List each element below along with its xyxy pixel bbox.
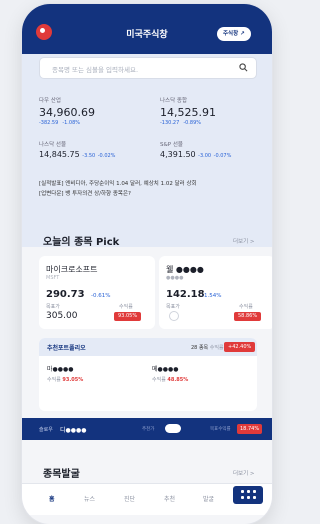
portfolio-stock[interactable]: 메●●●● (152, 364, 178, 373)
target-indicator-icon (169, 311, 179, 321)
toggle-switch[interactable] (165, 424, 181, 433)
slow-stock-band[interactable]: 슬로우 디●●●● 추천가 목표수익률 18.74% (22, 418, 272, 440)
bottom-nav: 홈 뉴스 진단 추천 발굴 (22, 483, 272, 515)
return-badge: 58.86% (234, 312, 262, 321)
band-return-badge: 18.74% (237, 424, 263, 434)
news-item[interactable]: [실적발표] 엔비디아, 주당순이익 1.04 달러, 예상치 1.02 달러 … (39, 179, 257, 189)
search-input[interactable]: 종목명 또는 심볼을 입력하세요. (39, 57, 257, 79)
portfolio-title: 추천포트폴리오 (47, 345, 86, 352)
app-logo-icon (36, 24, 52, 40)
pick-more-link[interactable]: 더보기 > (233, 237, 255, 245)
nav-news[interactable]: 뉴스 (84, 494, 95, 503)
news-item[interactable]: [업변다운] 뱅 투자의견 상/하향 종목은? (39, 189, 257, 199)
stock-window-button[interactable]: 주식창 ↗ (217, 27, 251, 41)
search-placeholder: 종목명 또는 심볼을 입력하세요. (52, 66, 139, 74)
index-nasdaq-futures[interactable]: 나스닥 선물 14,845.75 -3.50 -0.02% (39, 140, 115, 159)
news-ticker: [실적발표] 엔비디아, 주당순이익 1.04 달러, 예상치 1.02 달러 … (39, 179, 257, 199)
pick-card-2[interactable]: 웰 ●●●● ●●●● 142.18 -1.54% 목표가 수익률 58.86% (159, 256, 272, 329)
return-badge: 93.05% (114, 312, 142, 321)
issue-section-title: 종목발굴 (43, 469, 80, 480)
portfolio-stock[interactable]: 마●●●● (47, 364, 73, 373)
issue-more-link[interactable]: 더보기 > (233, 469, 255, 477)
portfolio-return-badge: +42.40% (224, 342, 256, 352)
search-icon[interactable] (239, 63, 248, 72)
nav-discover[interactable]: 발굴 (203, 494, 214, 503)
portfolio-card[interactable]: 추천포트폴리오 28 종목 수익률 +42.40% 마●●●● 수익률 93.0… (39, 338, 257, 411)
index-dow[interactable]: 다우 산업 34,960.69 -382.59 -1.08% (39, 96, 95, 126)
index-sp-futures[interactable]: S&P 선물 4,391.50 -3.00 -0.07% (160, 140, 231, 159)
phone-frame: 미국주식창 주식창 ↗ 종목명 또는 심볼을 입력하세요. 다우 산업 34,9… (22, 4, 272, 524)
menu-grid-icon[interactable] (233, 486, 263, 504)
nav-recommend[interactable]: 추천 (164, 494, 175, 503)
app-header: 미국주식창 주식창 ↗ (22, 4, 272, 54)
index-nasdaq[interactable]: 나스닥 종합 14,525.91 -130.27 -0.89% (160, 96, 216, 126)
pick-section-title: 오늘의 종목 Pick (43, 237, 120, 248)
app-title: 미국주식창 (126, 30, 168, 40)
pick-card-msft[interactable]: 마이크로소프트 MSFT 290.73 -0.61% 목표가 수익률 305.0… (39, 256, 155, 329)
nav-diagnosis[interactable]: 진단 (124, 494, 135, 503)
nav-home[interactable]: 홈 (49, 494, 55, 503)
